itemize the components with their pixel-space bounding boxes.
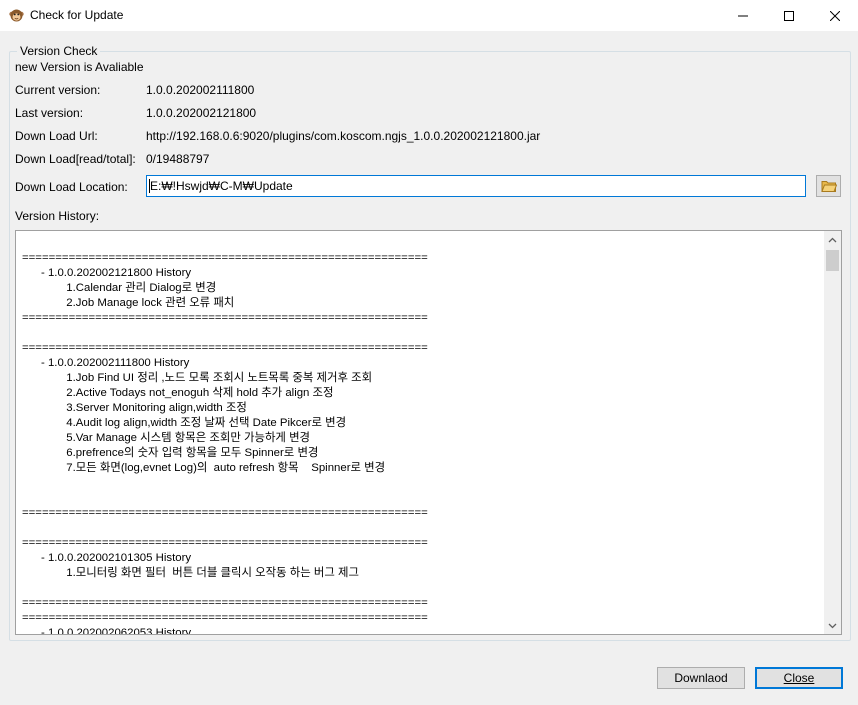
close-icon: [830, 10, 840, 21]
download-progress-value: 0/19488797: [146, 152, 210, 166]
last-version-label: Last version:: [15, 106, 84, 120]
browse-folder-button[interactable]: [816, 175, 841, 197]
window-title: Check for Update: [30, 8, 124, 22]
chevron-down-icon: [828, 623, 837, 628]
download-button[interactable]: Downlaod: [657, 667, 745, 689]
current-version-label: Current version:: [15, 83, 101, 97]
download-url-value: http://192.168.0.6:9020/plugins/com.kosc…: [146, 129, 541, 143]
minimize-icon: [738, 15, 748, 16]
download-button-label: Downlaod: [674, 671, 728, 685]
download-url-label: Down Load Url:: [15, 129, 98, 143]
text-caret: [149, 179, 150, 193]
version-history-text: ========================================…: [22, 252, 428, 635]
minimize-button[interactable]: [720, 0, 766, 31]
scroll-down-button[interactable]: [824, 617, 841, 634]
vertical-scrollbar[interactable]: [824, 231, 841, 634]
download-progress-label: Down Load[read/total]:: [15, 152, 136, 166]
scroll-thumb[interactable]: [826, 250, 839, 271]
maximize-icon: [784, 10, 794, 21]
monkey-app-icon: [9, 8, 24, 23]
version-history-textarea[interactable]: ========================================…: [15, 230, 842, 635]
close-button-label: Close: [783, 671, 815, 685]
version-history-label: Version History:: [15, 209, 100, 223]
close-window-button[interactable]: [812, 0, 858, 31]
group-title: Version Check: [17, 44, 101, 58]
close-button[interactable]: Close: [755, 667, 843, 689]
folder-icon: [820, 181, 837, 192]
download-location-input[interactable]: [146, 175, 806, 197]
scroll-up-button[interactable]: [824, 231, 841, 248]
chevron-up-icon: [828, 237, 837, 242]
last-version-value: 1.0.0.202002121800: [146, 106, 257, 120]
new-version-notice: new Version is Avaliable: [15, 60, 144, 74]
maximize-button[interactable]: [766, 0, 812, 31]
current-version-value: 1.0.0.202002111800: [146, 83, 255, 97]
download-location-label: Down Load Location:: [15, 180, 128, 194]
title-bar[interactable]: Check for Update: [0, 0, 858, 31]
